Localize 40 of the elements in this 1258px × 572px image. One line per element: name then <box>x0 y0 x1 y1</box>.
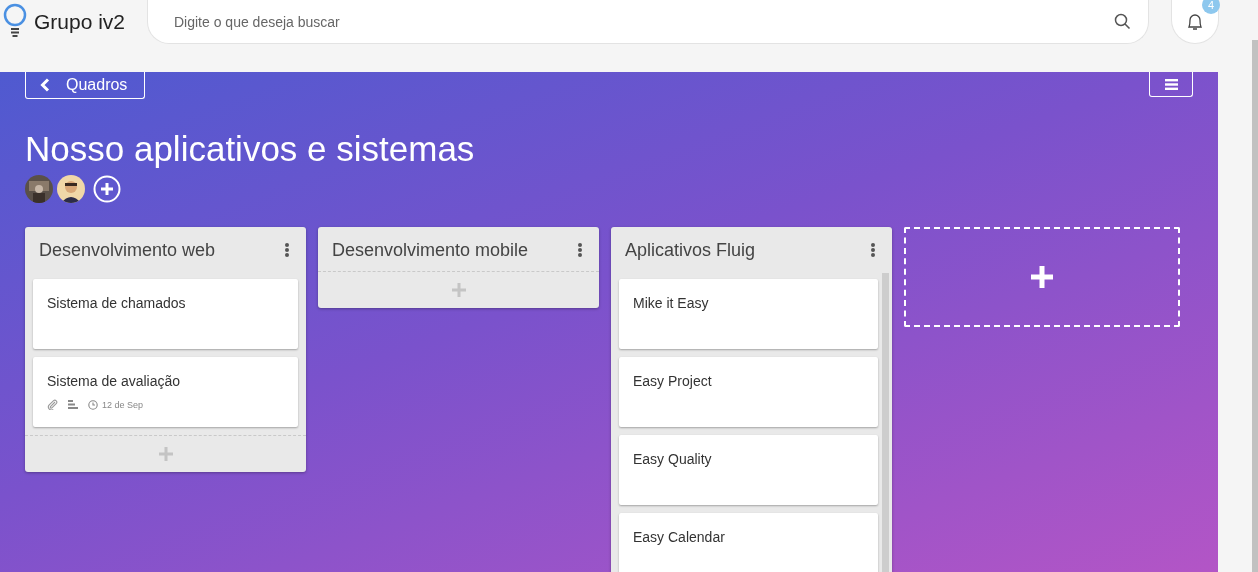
back-button[interactable]: Quadros <box>25 72 145 99</box>
paperclip-icon <box>47 399 58 410</box>
card-title: Easy Project <box>633 373 713 389</box>
board-title: Nosso aplicativos e sistemas <box>25 129 476 169</box>
list-title: Desenvolvimento web <box>39 239 216 261</box>
task-card[interactable]: Mike it Easy <box>619 279 878 349</box>
brand-name: Grupo iv2 <box>34 10 126 34</box>
plus-circle-icon <box>93 175 121 203</box>
menu-button[interactable] <box>1149 72 1193 97</box>
chevron-left-icon <box>40 78 50 92</box>
card-title: Sistema de chamados <box>47 295 187 311</box>
card-title: Easy Quality <box>633 451 713 467</box>
card-title: Mike it Easy <box>633 295 710 311</box>
task-card[interactable]: Easy Project <box>619 357 878 427</box>
more-options-icon[interactable] <box>575 242 585 258</box>
clock-icon <box>88 399 98 410</box>
card-title: Sistema de avaliação <box>47 373 182 389</box>
plus-icon <box>1031 266 1053 288</box>
list-title: Desenvolvimento mobile <box>332 239 529 261</box>
add-member-button[interactable] <box>93 175 121 203</box>
search-field[interactable]: Digite o que deseja buscar <box>147 0 1149 44</box>
task-card[interactable]: Easy Quality <box>619 435 878 505</box>
card-title: Easy Calendar <box>633 529 726 545</box>
bell-icon <box>1185 11 1205 32</box>
scrollbar[interactable] <box>882 273 889 572</box>
scrollbar[interactable] <box>1252 40 1258 572</box>
task-card[interactable]: Sistema de chamados <box>33 279 298 349</box>
more-options-icon[interactable] <box>868 242 878 258</box>
plus-icon <box>158 447 173 461</box>
list-title: Aplicativos Fluig <box>625 239 756 261</box>
notification-count: 4 <box>1202 0 1220 14</box>
search-icon[interactable] <box>1114 13 1131 30</box>
add-list-button[interactable] <box>904 227 1180 327</box>
menu-icon <box>1164 78 1178 90</box>
task-card[interactable]: Easy Calendar <box>619 513 878 572</box>
description-icon <box>68 400 78 409</box>
plus-icon <box>451 283 466 297</box>
more-options-icon[interactable] <box>282 242 292 258</box>
task-card[interactable]: Sistema de avaliação 12 de Sep <box>33 357 298 427</box>
due-date: 12 de Sep <box>102 399 144 410</box>
